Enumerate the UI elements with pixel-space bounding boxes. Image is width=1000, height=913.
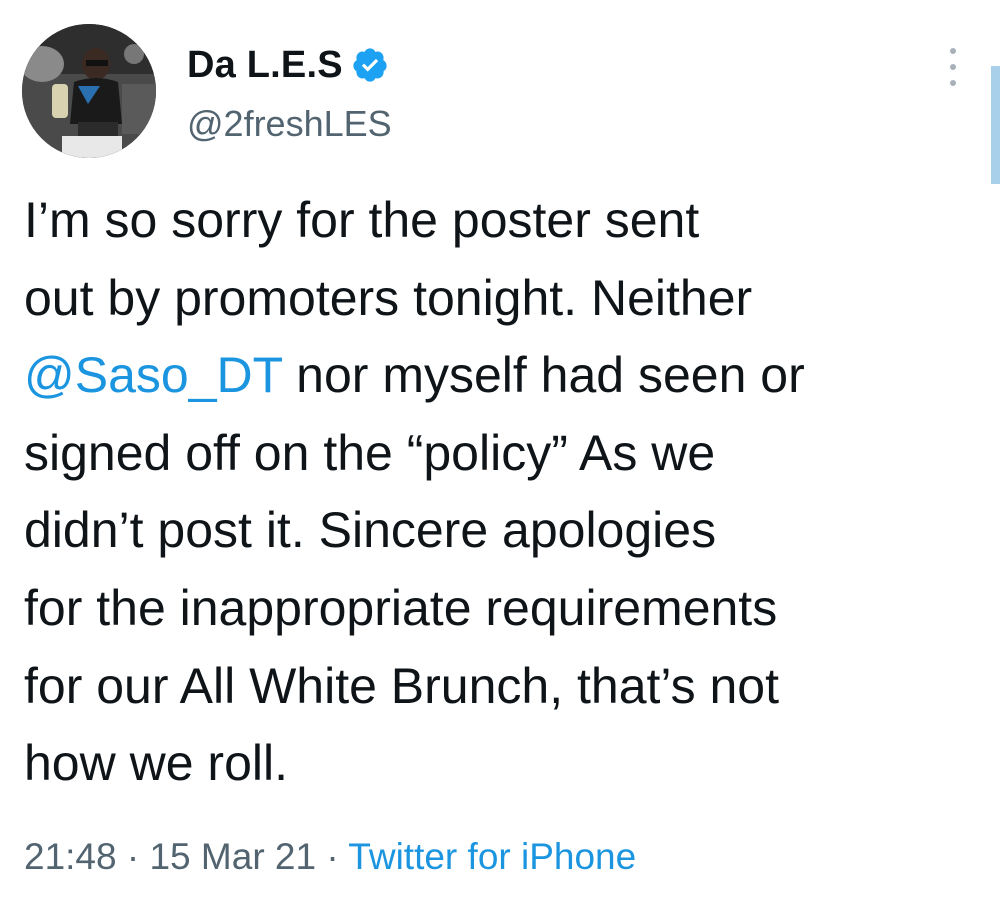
more-vertical-icon-dot	[950, 64, 956, 70]
tweet-text-line: nor myself had seen or	[282, 347, 805, 404]
tweet-card: Da L.E.S @2freshLES I’m so sorry for the…	[0, 0, 1000, 913]
tweet-meta: 21:48 · 15 Mar 21 · Twitter for iPhone	[24, 836, 636, 878]
author-display-name[interactable]: Da L.E.S	[187, 44, 343, 87]
tweet-text-line: how we roll.	[24, 735, 288, 792]
author-handle[interactable]: @2freshLES	[187, 103, 392, 145]
tweet-text-line: signed off on the “policy” As we	[24, 424, 716, 481]
meta-separator: ·	[116, 836, 150, 877]
tweet-source-link[interactable]: Twitter for iPhone	[348, 836, 636, 877]
scrollbar-thumb[interactable]	[991, 66, 1000, 184]
mention-link[interactable]: @Saso_DT	[24, 347, 282, 403]
author-avatar[interactable]	[22, 24, 156, 158]
tweet-text-line: for the inappropriate requirements	[24, 579, 778, 636]
more-options-button[interactable]	[938, 44, 968, 90]
tweet-text-line: out by promoters tonight. Neither	[24, 269, 753, 326]
more-vertical-icon-dot	[950, 80, 956, 86]
author-name-row: Da L.E.S	[187, 40, 389, 90]
avatar-photo-icon	[22, 24, 156, 158]
tweet-date[interactable]: 15 Mar 21	[149, 836, 316, 877]
tweet-text-line: I’m so sorry for the poster sent	[24, 192, 700, 248]
tweet-body: I’m so sorry for the poster sent out by …	[24, 182, 974, 803]
tweet-text-line: didn’t post it. Sincere apologies	[24, 502, 717, 559]
tweet-text-line: for our All White Brunch, that’s not	[24, 657, 780, 714]
meta-separator: ·	[316, 836, 349, 877]
more-vertical-icon-dot	[950, 48, 956, 54]
tweet-time[interactable]: 21:48	[24, 836, 117, 877]
verified-badge-icon	[351, 46, 389, 84]
